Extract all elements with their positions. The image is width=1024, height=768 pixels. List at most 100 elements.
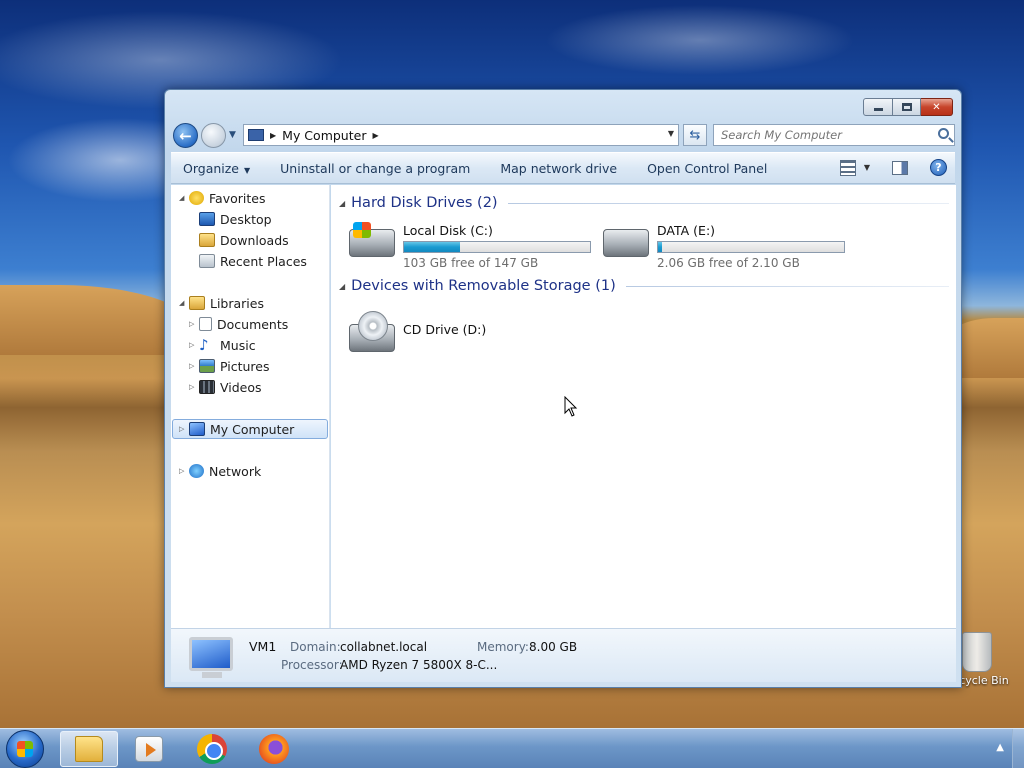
collapse-icon[interactable]: ◢ xyxy=(339,282,345,291)
nav-label: Recent Places xyxy=(220,253,307,269)
nav-label: My Computer xyxy=(210,421,295,437)
nav-label: Favorites xyxy=(209,190,266,206)
view-controls: ▼ ? xyxy=(839,159,947,176)
organize-label: Organize xyxy=(183,160,239,176)
drive-usage-bar xyxy=(403,241,591,253)
nav-label: Documents xyxy=(217,316,289,332)
search-input[interactable] xyxy=(714,125,924,145)
close-icon: ✕ xyxy=(932,101,941,113)
drive-local-disk-c[interactable]: Local Disk (C:) 103 GB free of 147 GB xyxy=(349,222,599,270)
nav-item-music[interactable]: ▷ ♪ Music xyxy=(189,335,256,355)
nav-item-downloads[interactable]: Downloads xyxy=(199,230,289,250)
map-network-drive-button[interactable]: Map network drive xyxy=(500,161,617,176)
collapse-icon[interactable]: ◢ xyxy=(339,199,345,208)
start-button[interactable] xyxy=(6,730,44,768)
group-divider xyxy=(625,285,949,287)
organize-menu[interactable]: Organize ▼ xyxy=(183,161,250,176)
breadcrumb-chevron-icon[interactable]: ▶ xyxy=(372,131,378,140)
nav-item-videos[interactable]: ▷ Videos xyxy=(189,377,262,397)
drive-usage-bar xyxy=(657,241,845,253)
firefox-icon xyxy=(259,734,289,764)
expand-icon[interactable]: ▷ xyxy=(189,320,199,328)
group-title: Devices with Removable Storage (1) xyxy=(351,278,616,294)
memory-value: 8.00 GB xyxy=(529,640,578,654)
nav-label: Downloads xyxy=(220,232,289,248)
drive-data-e[interactable]: DATA (E:) 2.06 GB free of 2.10 GB xyxy=(603,223,853,270)
maximize-button[interactable] xyxy=(893,98,921,116)
drive-name: Local Disk (C:) xyxy=(403,223,493,238)
breadcrumb-chevron-icon[interactable]: ▶ xyxy=(270,131,276,140)
taskbar-explorer[interactable] xyxy=(60,731,118,767)
nav-item-libraries[interactable]: ◢ Libraries xyxy=(179,293,264,313)
nav-item-documents[interactable]: ▷ Documents xyxy=(189,314,288,334)
desktop-icon xyxy=(199,212,215,226)
nav-label: Libraries xyxy=(210,295,264,311)
computer-name: VM1 xyxy=(249,639,277,654)
computer-icon xyxy=(248,129,264,141)
drive-free-space: 2.06 GB free of 2.10 GB xyxy=(657,256,800,270)
close-button[interactable]: ✕ xyxy=(921,98,953,116)
command-bar: Organize ▼ Uninstall or change a program … xyxy=(171,152,955,184)
change-view-icon[interactable] xyxy=(839,159,856,176)
taskbar-media-player[interactable] xyxy=(120,731,178,767)
group-header-removable-storage[interactable]: ◢ Devices with Removable Storage (1) xyxy=(339,278,949,294)
nav-item-my-computer[interactable]: ▷ My Computer xyxy=(172,419,328,439)
star-icon xyxy=(189,191,204,205)
taskbar-firefox[interactable] xyxy=(245,731,303,767)
nav-item-desktop[interactable]: Desktop xyxy=(199,209,272,229)
view-options-dropdown-icon[interactable]: ▼ xyxy=(864,163,870,172)
drive-cd-d[interactable]: CD Drive (D:) xyxy=(349,310,549,354)
drive-usage-fill xyxy=(404,242,460,252)
show-hidden-icons-icon[interactable]: ▲ xyxy=(996,742,1004,753)
search-box[interactable] xyxy=(713,124,955,146)
back-button[interactable]: ← xyxy=(173,123,198,148)
nav-label: Network xyxy=(209,463,262,479)
open-control-panel-button[interactable]: Open Control Panel xyxy=(647,161,767,176)
refresh-button[interactable]: ⇆ xyxy=(683,124,707,146)
hard-drive-windows-icon xyxy=(349,222,395,257)
address-row: ← ▼ ▶ My Computer ▶ ▼ ⇆ xyxy=(173,122,955,148)
search-icon[interactable] xyxy=(938,128,949,139)
preview-pane-icon[interactable] xyxy=(892,160,908,175)
help-icon[interactable]: ? xyxy=(930,159,947,176)
group-divider xyxy=(507,202,949,204)
hard-drive-icon xyxy=(603,229,649,257)
recent-pages-dropdown[interactable]: ▼ xyxy=(229,130,236,140)
network-globe-icon xyxy=(189,464,204,478)
nav-label: Desktop xyxy=(220,211,272,227)
uninstall-program-button[interactable]: Uninstall or change a program xyxy=(280,161,470,176)
navigation-pane: ◢ Favorites Desktop Downloads Recent Pla… xyxy=(171,185,330,628)
windows-logo-icon xyxy=(17,741,33,757)
drive-usage-fill xyxy=(658,242,662,252)
breadcrumb-my-computer[interactable]: My Computer xyxy=(282,128,366,143)
taskbar-chrome[interactable] xyxy=(183,731,241,767)
film-strip-icon xyxy=(199,380,215,394)
domain-label: Domain: xyxy=(290,640,341,654)
collapse-icon[interactable]: ◢ xyxy=(179,194,189,202)
pictures-icon xyxy=(199,359,215,373)
expand-icon[interactable]: ▷ xyxy=(189,362,199,370)
nav-item-recent-places[interactable]: Recent Places xyxy=(199,251,307,271)
address-bar[interactable]: ▶ My Computer ▶ ▼ xyxy=(243,124,679,146)
nav-item-favorites[interactable]: ◢ Favorites xyxy=(179,188,265,208)
expand-icon[interactable]: ▷ xyxy=(189,383,199,391)
address-dropdown-icon[interactable]: ▼ xyxy=(668,129,674,138)
nav-item-network[interactable]: ▷ Network xyxy=(179,461,261,481)
expand-icon[interactable]: ▷ xyxy=(179,425,189,433)
libraries-icon xyxy=(189,296,205,310)
expand-icon[interactable]: ▷ xyxy=(179,467,189,475)
music-note-icon: ♪ xyxy=(199,336,209,354)
expand-icon[interactable]: ▷ xyxy=(189,341,199,349)
show-desktop-button[interactable] xyxy=(1012,729,1024,768)
collapse-icon[interactable]: ◢ xyxy=(179,299,189,307)
forward-button[interactable] xyxy=(201,123,226,148)
explorer-window: ✕ ← ▼ ▶ My Computer ▶ ▼ ⇆ Organize ▼ Unin… xyxy=(164,89,962,688)
group-header-hard-disk-drives[interactable]: ◢ Hard Disk Drives (2) xyxy=(339,195,949,211)
nav-label: Pictures xyxy=(220,358,270,374)
nav-item-pictures[interactable]: ▷ Pictures xyxy=(189,356,270,376)
maximize-icon xyxy=(901,103,912,111)
minimize-button[interactable] xyxy=(863,98,893,116)
drive-free-space: 103 GB free of 147 GB xyxy=(403,256,539,270)
drive-name: DATA (E:) xyxy=(657,223,716,238)
nav-label: Music xyxy=(220,337,256,353)
